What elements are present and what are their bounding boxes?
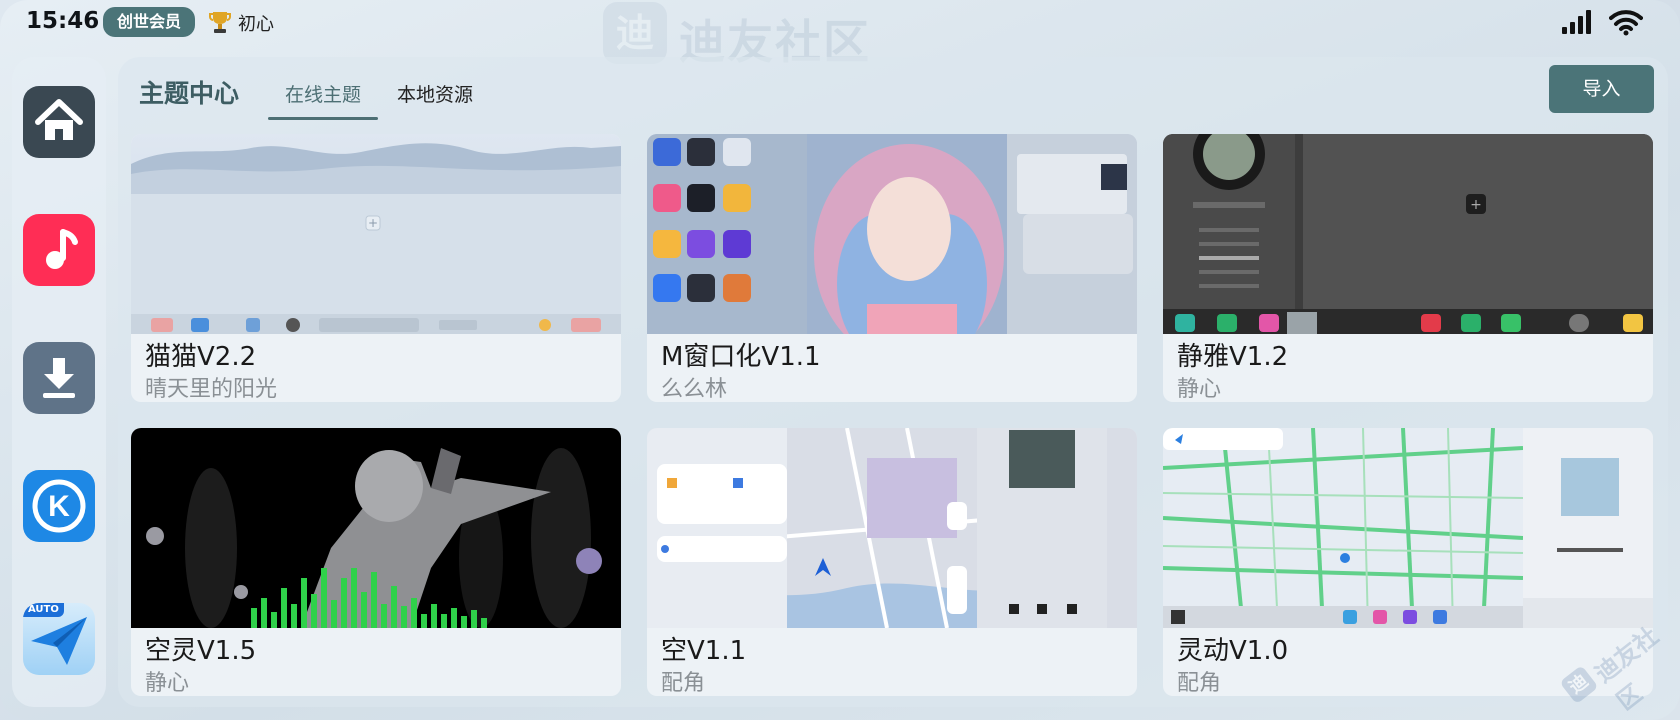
theme-preview-image: [131, 428, 621, 628]
dock-navigation-button[interactable]: AUTO: [23, 603, 95, 675]
theme-card[interactable]: 灵动V1.0 配角: [1163, 428, 1653, 696]
import-button[interactable]: 导入: [1549, 65, 1654, 113]
dock-music-button[interactable]: [23, 214, 95, 286]
download-icon: [43, 358, 75, 398]
home-icon: [35, 99, 83, 140]
dock-home-button[interactable]: [23, 86, 95, 158]
k-logo-glyph: K: [48, 490, 70, 523]
theme-author: 么么林: [661, 377, 728, 402]
member-badge: 创世会员: [103, 7, 196, 37]
theme-author: 配角: [1177, 671, 1222, 696]
svg-text:+: +: [1470, 197, 1482, 213]
signal-icon: [1562, 10, 1591, 34]
theme-name: 猫猫V2.2: [145, 342, 257, 372]
theme-card[interactable]: + 猫猫V2.2 晴天里的阳光: [131, 134, 621, 402]
svg-text:+: +: [368, 216, 378, 230]
wifi-icon: [1609, 10, 1643, 36]
theme-card[interactable]: 空灵V1.5 静心: [131, 428, 621, 696]
trophy-icon: [209, 12, 231, 33]
side-dock: K AUTO: [12, 57, 106, 707]
theme-preview-image: [1163, 428, 1653, 628]
theme-preview-image: +: [1163, 134, 1653, 334]
theme-preview-image: [647, 428, 1137, 628]
theme-name: 灵动V1.0: [1177, 636, 1289, 666]
auto-tag: AUTO: [23, 603, 64, 617]
theme-name: 空灵V1.5: [145, 636, 257, 666]
k-logo-icon: K: [32, 479, 86, 533]
theme-name: M窗口化V1.1: [661, 342, 821, 372]
status-bar: 15:46 创世会员 初心: [0, 0, 1680, 46]
theme-card[interactable]: M窗口化V1.1 么么林: [647, 134, 1137, 402]
theme-name: 空V1.1: [661, 636, 747, 666]
clock: 15:46: [26, 8, 100, 34]
user-name: 初心: [238, 14, 274, 35]
theme-card[interactable]: 空V1.1 配角: [647, 428, 1137, 696]
theme-author: 晴天里的阳光: [145, 377, 278, 402]
theme-preview-image: +: [131, 134, 621, 334]
theme-card[interactable]: + 静雅V1.2 静心: [1163, 134, 1653, 402]
tab-local-resources[interactable]: 本地资源: [397, 80, 473, 107]
music-note-icon: [46, 229, 78, 269]
page-title: 主题中心: [139, 79, 240, 108]
dock-k-app-button[interactable]: K: [23, 470, 95, 542]
theme-author: 静心: [1177, 377, 1222, 402]
theme-author: 配角: [661, 671, 706, 696]
theme-author: 静心: [145, 671, 190, 696]
screen-frame: 迪 迪友社区 15:46 创世会员 初心 K AUTO 主题中心 在线主题 本地…: [0, 0, 1680, 720]
theme-name: 静雅V1.2: [1177, 342, 1289, 372]
dock-download-button[interactable]: [23, 342, 95, 414]
theme-preview-image: [647, 134, 1137, 334]
active-tab-indicator: [268, 117, 378, 120]
tab-online-themes[interactable]: 在线主题: [285, 80, 361, 107]
